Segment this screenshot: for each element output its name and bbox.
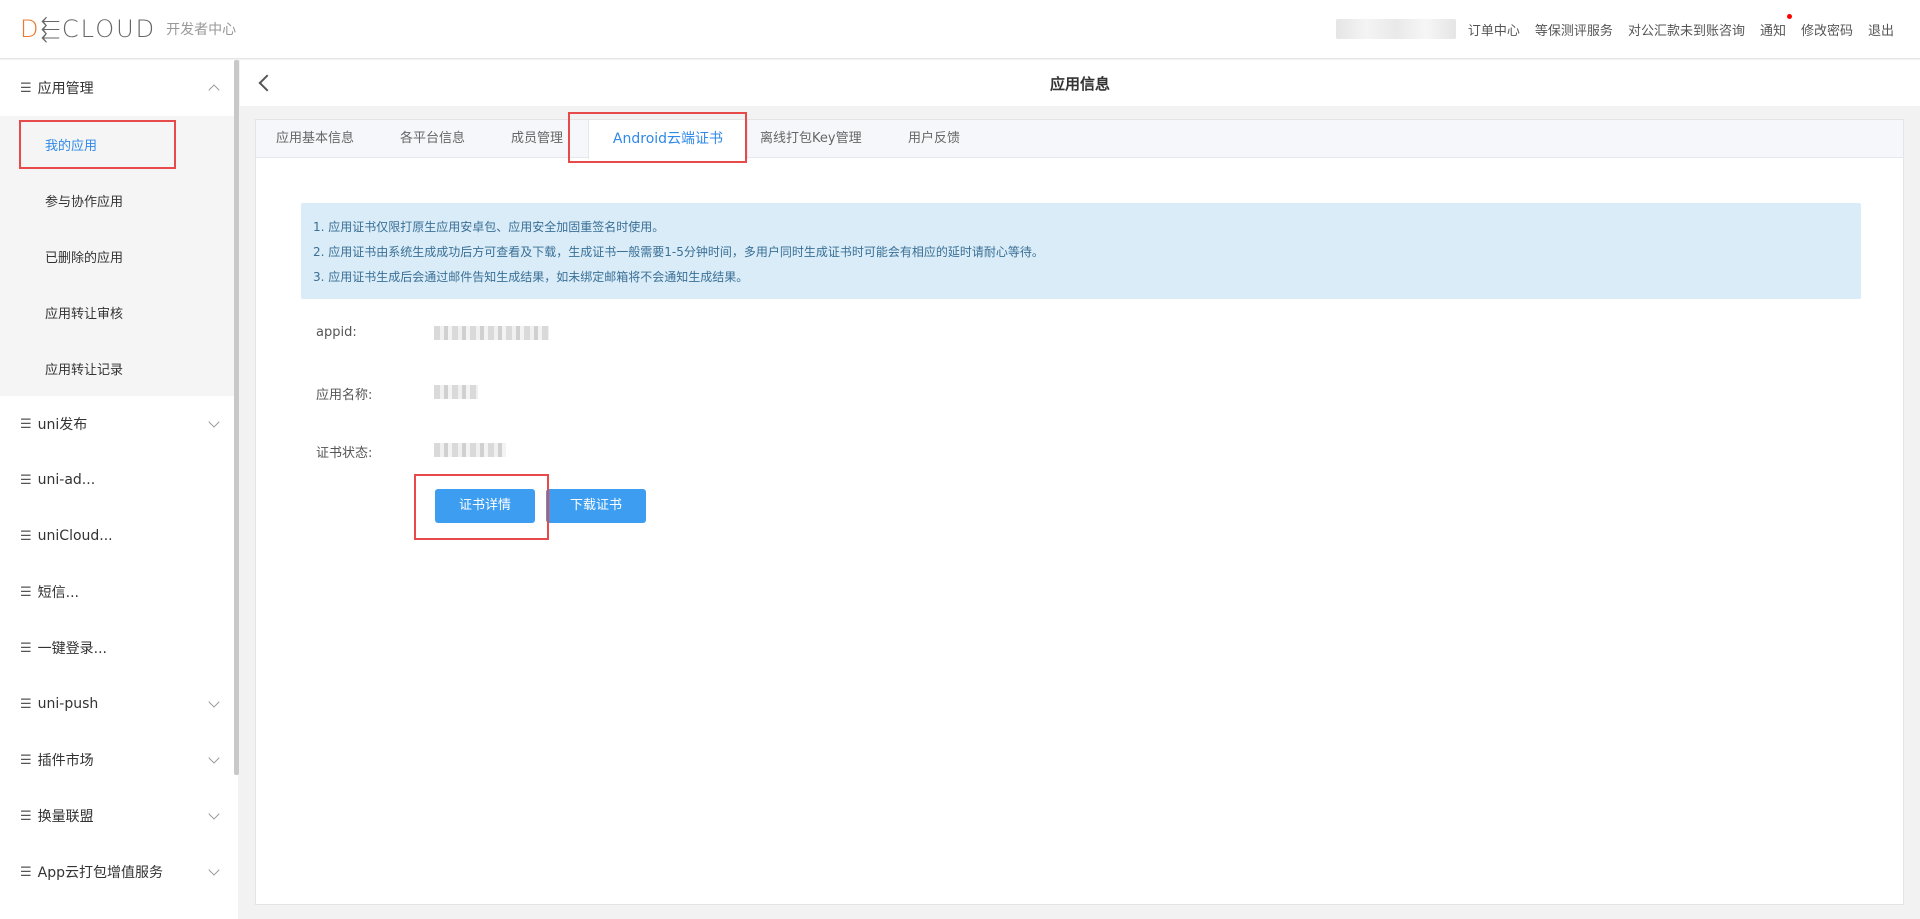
top-header: D⬱CLOUD 开发者中心 订单中心 等保测评服务 对公汇款未到账咨询 通知 修… <box>0 0 1920 59</box>
security-eval-link[interactable]: 等保测评服务 <box>1535 20 1613 39</box>
page-title: 应用信息 <box>1049 75 1110 93</box>
menu-label: uni-ad... <box>37 472 96 488</box>
header-links: 订单中心 等保测评服务 对公汇款未到账咨询 通知 修改密码 退出 <box>1335 13 1894 39</box>
chevron-down-icon <box>208 416 220 428</box>
menu-label: 应用管理 <box>37 81 94 97</box>
dcloud-logo[interactable]: D⬱CLOUD 开发者中心 <box>20 15 237 43</box>
notification-link[interactable]: 通知 <box>1759 13 1792 39</box>
menu-plugin-market[interactable]: ☰ 插件市场 <box>0 732 238 788</box>
chevron-up-icon <box>208 84 220 96</box>
tab-user-feedback[interactable]: 用户反馈 <box>908 120 960 158</box>
change-password-link[interactable]: 修改密码 <box>1801 20 1853 39</box>
list-icon: ☰ <box>20 80 32 96</box>
menu-label: 插件市场 <box>37 753 94 769</box>
logo-mark: D⬱CLOUD <box>20 15 157 43</box>
chevron-down-icon <box>208 752 220 764</box>
menu-traffic-alliance[interactable]: ☰ 换量联盟 <box>0 788 238 844</box>
app-name-label: 应用名称: <box>316 388 373 403</box>
sidebar-item-collab-apps[interactable]: 参与协作应用 <box>0 172 238 228</box>
sidebar-item-deleted-apps[interactable]: 已删除的应用 <box>0 228 238 284</box>
list-icon: ☰ <box>20 696 32 712</box>
menu-one-click-login[interactable]: ☰ 一键登录... <box>0 620 238 676</box>
menu-cloud-pack-services[interactable]: ☰ App云打包增值服务 <box>0 844 238 900</box>
sidebar-scrollbar[interactable] <box>234 60 239 775</box>
menu-label: 一键登录... <box>37 641 108 657</box>
chevron-down-icon <box>208 696 220 708</box>
list-icon: ☰ <box>20 864 32 880</box>
list-icon: ☰ <box>20 752 32 768</box>
menu-uni-publish[interactable]: ☰ uni发布 <box>0 396 238 452</box>
download-cert-button[interactable]: 下载证书 <box>546 489 646 523</box>
list-icon: ☰ <box>20 528 32 544</box>
tab-offline-key[interactable]: 离线打包Key管理 <box>760 120 862 158</box>
info-notice: 1. 应用证书仅限打原生应用安卓包、应用安全加固重签名时使用。 2. 应用证书由… <box>301 203 1861 299</box>
cert-detail-button[interactable]: 证书详情 <box>435 489 535 523</box>
menu-app-management[interactable]: ☰ 应用管理 <box>0 60 238 116</box>
menu-label: App云打包增值服务 <box>37 865 164 881</box>
logo-subtitle: 开发者中心 <box>166 22 237 38</box>
menu-label: uni-push <box>37 696 99 712</box>
chevron-down-icon <box>208 808 220 820</box>
notification-dot <box>1786 13 1792 19</box>
tab-basic-info[interactable]: 应用基本信息 <box>276 120 354 158</box>
remittance-inquiry-link[interactable]: 对公汇款未到账咨询 <box>1628 20 1745 39</box>
logout-link[interactable]: 退出 <box>1868 20 1894 39</box>
list-icon: ☰ <box>20 416 32 432</box>
notice-line-1: 1. 应用证书仅限打原生应用安卓包、应用安全加固重签名时使用。 <box>313 220 665 234</box>
tab-platform-info[interactable]: 各平台信息 <box>400 120 465 158</box>
appid-value-blurred <box>434 326 549 340</box>
tab-members[interactable]: 成员管理 <box>511 120 563 158</box>
menu-unicloud[interactable]: ☰ uniCloud... <box>0 508 238 564</box>
notice-line-2: 2. 应用证书由系统生成成功后方可查看及下载，生成证书一般需要1-5分钟时间，多… <box>313 245 1044 259</box>
user-account-blurred[interactable] <box>1335 19 1456 39</box>
sidebar-item-my-apps[interactable]: 我的应用 <box>0 116 238 172</box>
list-icon: ☰ <box>20 640 32 656</box>
menu-label: 短信... <box>37 585 80 601</box>
menu-label: 换量联盟 <box>37 809 94 825</box>
order-center-link[interactable]: 订单中心 <box>1468 20 1520 39</box>
tab-bar: 应用基本信息 各平台信息 成员管理 Android云端证书 离线打包Key管理 … <box>256 120 1903 159</box>
menu-label: uni发布 <box>37 417 88 433</box>
list-icon: ☰ <box>20 808 32 824</box>
notification-label: 通知 <box>1759 23 1786 39</box>
menu-label: uniCloud... <box>37 528 113 544</box>
menu-sms[interactable]: ☰ 短信... <box>0 564 238 620</box>
chevron-down-icon <box>208 864 220 876</box>
app-management-submenu: 我的应用 参与协作应用 已删除的应用 应用转让审核 应用转让记录 <box>0 116 238 396</box>
list-icon: ☰ <box>20 584 32 600</box>
cert-status-value-blurred <box>434 443 506 457</box>
content-card: 应用基本信息 各平台信息 成员管理 Android云端证书 离线打包Key管理 … <box>255 119 1904 905</box>
notice-line-3: 3. 应用证书生成后会通过邮件告知生成结果，如未绑定邮箱将不会通知生成结果。 <box>313 270 749 284</box>
sidebar-item-transfer-review[interactable]: 应用转让审核 <box>0 284 238 340</box>
menu-uni-ad[interactable]: ☰ uni-ad... <box>0 452 238 508</box>
sidebar-item-transfer-records[interactable]: 应用转让记录 <box>0 340 238 396</box>
tab-android-cert[interactable]: Android云端证书 <box>588 120 748 159</box>
appid-label: appid: <box>316 325 357 340</box>
sidebar: ☰ 应用管理 我的应用 参与协作应用 已删除的应用 应用转让审核 应用转让记录 … <box>0 60 238 919</box>
app-name-value-blurred <box>434 385 478 399</box>
page-topbar: 应用信息 <box>240 60 1920 106</box>
cert-status-label: 证书状态: <box>316 446 373 461</box>
list-icon: ☰ <box>20 472 32 488</box>
menu-uni-push[interactable]: ☰ uni-push <box>0 676 238 732</box>
